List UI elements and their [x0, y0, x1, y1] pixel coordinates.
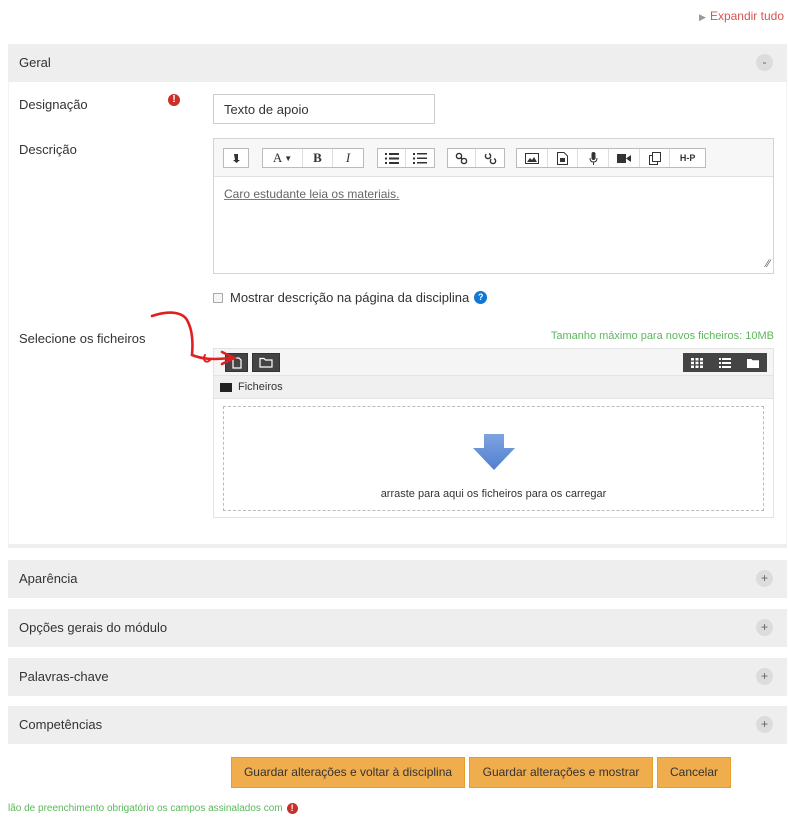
- record-audio-icon[interactable]: [578, 149, 610, 167]
- expand-all-label: Expandir tudo: [709, 9, 784, 23]
- resize-grip-icon[interactable]: ⁄⁄: [766, 258, 770, 270]
- tb-group-format: A ▼ B I: [262, 148, 364, 168]
- image-icon[interactable]: [517, 149, 548, 167]
- unordered-list-icon[interactable]: [378, 149, 407, 167]
- expand-triangle-icon: ▶: [699, 12, 706, 22]
- filepicker-area: arraste para aqui os ficheiros para os c…: [213, 399, 774, 518]
- font-size-glyph: A: [272, 150, 283, 165]
- download-arrow-icon: [473, 434, 515, 470]
- descricao-label: Descrição: [19, 142, 77, 157]
- expand-icon[interactable]: +: [756, 570, 773, 587]
- save-return-button[interactable]: Guardar alterações e voltar à disciplina: [231, 757, 465, 788]
- view-tree-icon[interactable]: [739, 353, 767, 372]
- mostrar-descricao-label: Mostrar descrição na página da disciplin…: [230, 290, 470, 305]
- descricao-text: Caro estudante leia os materiais.: [224, 187, 400, 201]
- help-icon[interactable]: ?: [474, 291, 488, 304]
- required-fields-note: lão de preenchimento obrigatório os camp…: [8, 803, 298, 814]
- editor-toolbar: A ▼ B I H-P: [214, 139, 773, 177]
- section-geral-header[interactable]: Geral -: [8, 44, 787, 82]
- collapse-icon[interactable]: -: [756, 54, 773, 71]
- selecione-label: Selecione os ficheiros: [19, 331, 146, 346]
- section-geral-title: Geral: [19, 55, 51, 70]
- mostrar-descricao-row: Mostrar descrição na página da disciplin…: [213, 290, 488, 305]
- descricao-editor[interactable]: A ▼ B I H-P Caro estudante leia os mater…: [213, 138, 774, 274]
- bold-icon[interactable]: B: [303, 149, 333, 167]
- view-list-icon[interactable]: [711, 353, 739, 372]
- annotation-arrow-icon: [150, 311, 237, 366]
- expand-icon[interactable]: +: [756, 716, 773, 733]
- designacao-input[interactable]: Texto de apoio: [213, 94, 435, 124]
- section-competencias-header[interactable]: Competências +: [8, 706, 787, 744]
- section-palavras-title: Palavras-chave: [19, 669, 109, 684]
- expand-toolbar-icon[interactable]: [224, 149, 248, 167]
- folder-path-label[interactable]: Ficheiros: [238, 381, 283, 393]
- section-aparencia-header[interactable]: Aparência +: [8, 560, 787, 598]
- file-drop-zone[interactable]: arraste para aqui os ficheiros para os c…: [223, 406, 764, 511]
- required-fields-text: lão de preenchimento obrigatório os camp…: [8, 803, 283, 814]
- designacao-label: Designação: [19, 97, 88, 112]
- filepicker-toolbar: [213, 348, 774, 376]
- link-icon[interactable]: [448, 149, 477, 167]
- unlink-icon[interactable]: [476, 149, 504, 167]
- ordered-list-icon[interactable]: [406, 149, 434, 167]
- save-display-button[interactable]: Guardar alterações e mostrar: [469, 757, 653, 788]
- required-icon: !: [168, 94, 180, 106]
- tb-group-media: H-P: [516, 148, 706, 168]
- section-aparencia-title: Aparência: [19, 571, 78, 586]
- max-size-note: Tamanho máximo para novos ficheiros: 10M…: [550, 330, 774, 342]
- section-opcoes-header[interactable]: Opções gerais do módulo +: [8, 609, 787, 647]
- folder-icon: [220, 383, 232, 392]
- required-icon: !: [286, 803, 298, 814]
- italic-icon[interactable]: I: [333, 149, 363, 167]
- expand-icon[interactable]: +: [756, 619, 773, 636]
- section-competencias-title: Competências: [19, 717, 103, 732]
- expand-icon[interactable]: +: [756, 668, 773, 685]
- media-icon[interactable]: [548, 149, 579, 167]
- section-opcoes-title: Opções gerais do módulo: [19, 620, 168, 635]
- h5p-icon[interactable]: H-P: [670, 149, 705, 167]
- record-video-icon[interactable]: [609, 149, 640, 167]
- create-folder-button[interactable]: [252, 353, 280, 372]
- font-size-icon[interactable]: A ▼: [263, 149, 303, 167]
- drop-message: arraste para aqui os ficheiros para os c…: [380, 488, 607, 500]
- view-icons-icon[interactable]: [683, 353, 711, 372]
- cancel-button[interactable]: Cancelar: [657, 757, 731, 788]
- tb-group-links: [447, 148, 505, 168]
- manage-files-icon[interactable]: [640, 149, 671, 167]
- tb-group-expand: [223, 148, 249, 168]
- filepicker-path-bar: Ficheiros: [213, 376, 774, 399]
- expand-all-link[interactable]: ▶ Expandir tudo: [699, 9, 784, 23]
- view-switcher: [683, 353, 767, 372]
- section-palavras-header[interactable]: Palavras-chave +: [8, 658, 787, 696]
- tb-group-lists: [377, 148, 435, 168]
